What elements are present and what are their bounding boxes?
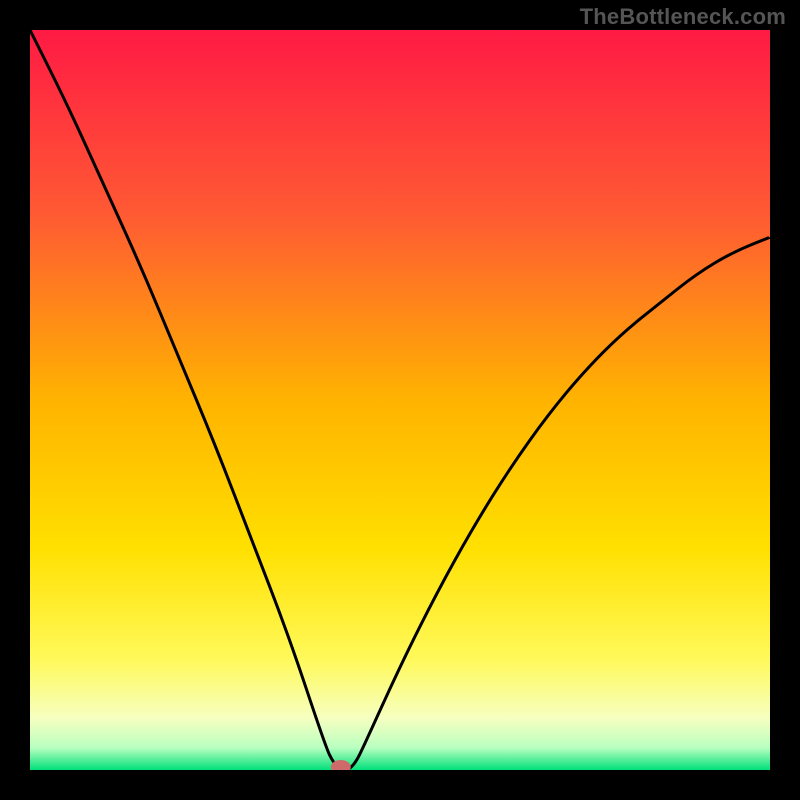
watermark-text: TheBottleneck.com	[580, 4, 786, 30]
gradient-background	[30, 30, 770, 770]
chart-frame: TheBottleneck.com	[0, 0, 800, 800]
plot-area	[30, 30, 770, 770]
bottleneck-chart	[30, 30, 770, 770]
